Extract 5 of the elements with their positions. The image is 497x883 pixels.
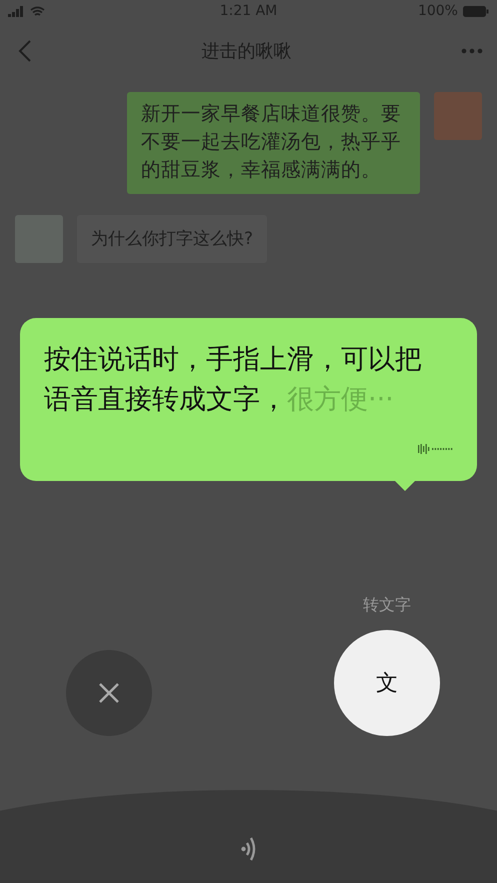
recognized-text: 语音直接转成文字，: [44, 384, 287, 415]
option-caption: 转文字: [363, 595, 411, 616]
convert-text-button[interactable]: 文: [334, 630, 440, 736]
message-bubble: 新开一家早餐店味道很赞。要不要一起去吃灌汤包，热乎乎的甜豆浆，幸福感满满的。: [127, 92, 420, 194]
recognized-text: 按住说话时，手指上滑，可以把: [44, 344, 422, 375]
